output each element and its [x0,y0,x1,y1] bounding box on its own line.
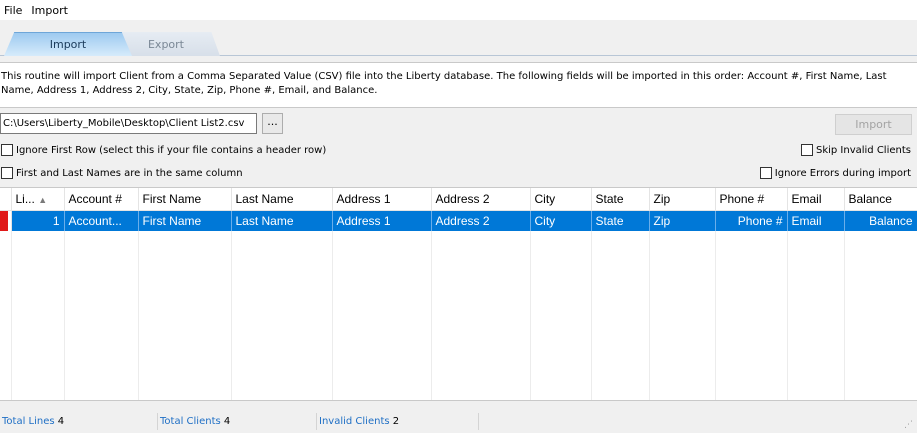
header-state[interactable]: State [591,188,650,211]
grid-header-row: Li... ▲ Account # First Name Last Name A… [0,188,917,211]
total-clients-value: 4 [223,416,231,427]
client-grid[interactable]: Li... ▲ Account # First Name Last Name A… [0,187,917,401]
skip-invalid-checkbox[interactable] [800,144,813,156]
status-total-clients: Total Clients 4 [158,413,317,430]
cell-first-name[interactable]: First Name [138,210,232,231]
cell-balance[interactable]: Balance [844,210,917,231]
header-email[interactable]: Email [787,188,845,211]
import-button[interactable]: Import [835,114,912,135]
header-balance[interactable]: Balance [844,188,917,211]
invalid-clients-label: Invalid Clients [319,416,390,427]
ignore-errors-checkbox[interactable] [759,167,772,179]
same-column-label: First and Last Names are in the same col… [16,167,243,179]
header-line[interactable]: Li... ▲ [11,188,65,211]
ignore-first-row-option[interactable]: Ignore First Row (select this if your fi… [1,144,326,156]
import-description: This routine will import Client from a C… [0,62,917,108]
cell-email[interactable]: Email [787,210,845,231]
header-account[interactable]: Account # [64,188,139,211]
ignore-first-row-label: Ignore First Row (select this if your fi… [16,144,327,156]
skip-invalid-option[interactable]: Skip Invalid Clients [800,144,911,156]
menu-file[interactable]: File [4,4,22,17]
grid-empty-area [0,230,917,400]
sort-ascending-icon: ▲ [38,194,48,205]
ignore-first-row-checkbox[interactable] [1,144,13,156]
cell-zip[interactable]: Zip [649,210,716,231]
cell-line[interactable]: 1 [11,210,65,231]
cell-address-2[interactable]: Address 2 [431,210,531,231]
header-indicator [0,188,12,211]
cell-phone[interactable]: Phone # [715,210,788,231]
header-city[interactable]: City [530,188,592,211]
table-row[interactable]: 1 Account... First Name Last Name Addres… [0,210,917,231]
menu-import[interactable]: Import [31,4,68,17]
header-zip[interactable]: Zip [649,188,716,211]
cell-address-1[interactable]: Address 1 [332,210,432,231]
ignore-errors-label: Ignore Errors during import [774,167,911,179]
status-bar: Total Lines 4 Total Clients 4 Invalid Cl… [0,410,917,433]
header-address-2[interactable]: Address 2 [431,188,531,211]
cell-account[interactable]: Account... [64,210,139,231]
header-phone[interactable]: Phone # [715,188,788,211]
total-lines-label: Total Lines [2,416,55,427]
resize-grip-icon[interactable]: ⋰ [904,420,913,430]
same-column-option[interactable]: First and Last Names are in the same col… [1,167,243,179]
cell-city[interactable]: City [530,210,592,231]
tab-import[interactable]: Import [4,32,132,56]
menu-bar: File Import [0,0,917,20]
status-total-lines: Total Lines 4 [0,413,158,430]
header-address-1[interactable]: Address 1 [332,188,432,211]
header-first-name[interactable]: First Name [138,188,232,211]
skip-invalid-label: Skip Invalid Clients [815,144,911,156]
cell-last-name[interactable]: Last Name [231,210,333,231]
total-clients-label: Total Clients [160,416,221,427]
status-invalid-clients: Invalid Clients 2 [317,413,479,430]
total-lines-value: 4 [57,416,65,427]
cell-state[interactable]: State [591,210,650,231]
header-last-name[interactable]: Last Name [231,188,333,211]
row-error-indicator [0,210,12,231]
ignore-errors-option[interactable]: Ignore Errors during import [759,167,911,179]
file-path-input[interactable]: C:\Users\Liberty_Mobile\Desktop\Client L… [0,113,257,134]
tab-strip: Export Import [0,28,917,56]
invalid-clients-value: 2 [392,416,400,427]
same-column-checkbox[interactable] [1,167,13,179]
browse-button[interactable]: ... [262,113,283,134]
